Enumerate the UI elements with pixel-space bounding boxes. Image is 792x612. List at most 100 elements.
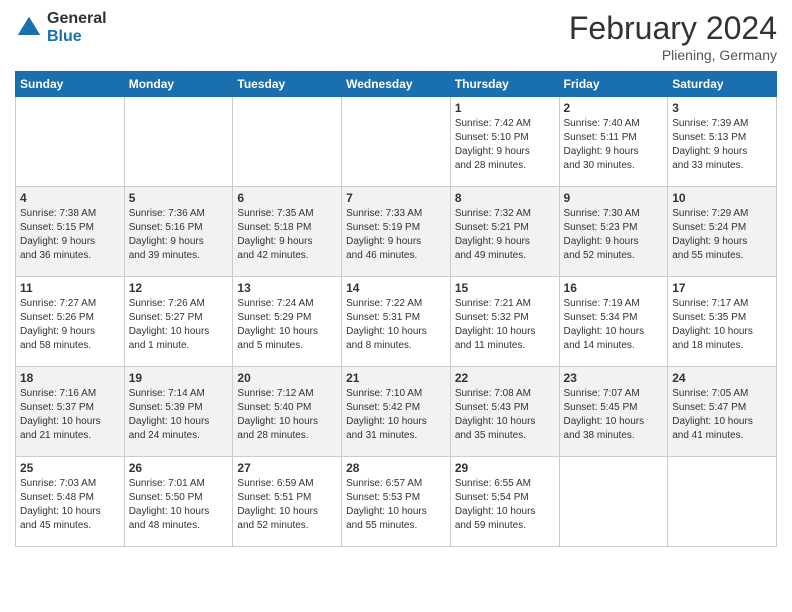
cell-info: Sunrise: 7:35 AM Sunset: 5:18 PM Dayligh… bbox=[237, 207, 337, 263]
calendar-cell: 29 Sunrise: 6:55 AM Sunset: 5:54 PM Dayli… bbox=[450, 457, 559, 547]
calendar-cell: 23 Sunrise: 7:07 AM Sunset: 5:45 PM Dayli… bbox=[559, 367, 668, 457]
cell-info: Sunrise: 7:16 AM Sunset: 5:37 PM Dayligh… bbox=[20, 387, 120, 443]
day-number: 1 bbox=[455, 101, 555, 115]
cell-info: Sunrise: 7:03 AM Sunset: 5:48 PM Dayligh… bbox=[20, 477, 120, 533]
cell-info: Sunrise: 7:17 AM Sunset: 5:35 PM Dayligh… bbox=[672, 297, 772, 353]
calendar-cell: 15 Sunrise: 7:21 AM Sunset: 5:32 PM Dayli… bbox=[450, 277, 559, 367]
day-number: 29 bbox=[455, 461, 555, 475]
day-number: 28 bbox=[346, 461, 446, 475]
cell-info: Sunrise: 7:26 AM Sunset: 5:27 PM Dayligh… bbox=[129, 297, 229, 353]
day-number: 13 bbox=[237, 281, 337, 295]
cell-info: Sunrise: 6:59 AM Sunset: 5:51 PM Dayligh… bbox=[237, 477, 337, 533]
calendar-cell: 12 Sunrise: 7:26 AM Sunset: 5:27 PM Dayli… bbox=[124, 277, 233, 367]
cell-info: Sunrise: 7:36 AM Sunset: 5:16 PM Dayligh… bbox=[129, 207, 229, 263]
calendar-cell: 28Sunrise: 6:57 AM Sunset: 5:53 PM Dayli… bbox=[342, 457, 451, 547]
calendar-cell: 10 Sunrise: 7:29 AM Sunset: 5:24 PM Dayli… bbox=[668, 187, 777, 277]
weekday-header-wednesday: Wednesday bbox=[342, 72, 451, 97]
cell-info: Sunrise: 7:19 AM Sunset: 5:34 PM Dayligh… bbox=[564, 297, 664, 353]
cell-info: Sunrise: 7:30 AM Sunset: 5:23 PM Dayligh… bbox=[564, 207, 664, 263]
day-number: 4 bbox=[20, 191, 120, 205]
day-number: 2 bbox=[564, 101, 664, 115]
cell-info: Sunrise: 7:05 AM Sunset: 5:47 PM Dayligh… bbox=[672, 387, 772, 443]
cell-info: Sunrise: 7:21 AM Sunset: 5:32 PM Dayligh… bbox=[455, 297, 555, 353]
day-number: 21 bbox=[346, 371, 446, 385]
calendar-cell: 1Sunrise: 7:42 AM Sunset: 5:10 PM Daylig… bbox=[450, 97, 559, 187]
weekday-header-friday: Friday bbox=[559, 72, 668, 97]
calendar-week-row: 11 Sunrise: 7:27 AM Sunset: 5:26 PM Dayli… bbox=[16, 277, 777, 367]
calendar-cell: 13 Sunrise: 7:24 AM Sunset: 5:29 PM Dayli… bbox=[233, 277, 342, 367]
calendar-cell: 22 Sunrise: 7:08 AM Sunset: 5:43 PM Dayli… bbox=[450, 367, 559, 457]
calendar-cell: 8 Sunrise: 7:32 AM Sunset: 5:21 PM Daylig… bbox=[450, 187, 559, 277]
logo-text: General Blue bbox=[47, 10, 107, 45]
weekday-header-row: SundayMondayTuesdayWednesdayThursdayFrid… bbox=[16, 72, 777, 97]
logo-icon bbox=[15, 14, 43, 42]
calendar-cell bbox=[124, 97, 233, 187]
calendar-week-row: 1Sunrise: 7:42 AM Sunset: 5:10 PM Daylig… bbox=[16, 97, 777, 187]
calendar-cell bbox=[668, 457, 777, 547]
weekday-header-sunday: Sunday bbox=[16, 72, 125, 97]
weekday-header-tuesday: Tuesday bbox=[233, 72, 342, 97]
calendar-cell: 19Sunrise: 7:14 AM Sunset: 5:39 PM Dayli… bbox=[124, 367, 233, 457]
calendar-cell: 3Sunrise: 7:39 AM Sunset: 5:13 PM Daylig… bbox=[668, 97, 777, 187]
cell-info: Sunrise: 7:38 AM Sunset: 5:15 PM Dayligh… bbox=[20, 207, 120, 263]
calendar-cell: 7Sunrise: 7:33 AM Sunset: 5:19 PM Daylig… bbox=[342, 187, 451, 277]
calendar-cell bbox=[342, 97, 451, 187]
day-number: 14 bbox=[346, 281, 446, 295]
cell-info: Sunrise: 7:14 AM Sunset: 5:39 PM Dayligh… bbox=[129, 387, 229, 443]
calendar-cell: 26Sunrise: 7:01 AM Sunset: 5:50 PM Dayli… bbox=[124, 457, 233, 547]
logo-blue-text: Blue bbox=[47, 28, 107, 46]
day-number: 11 bbox=[20, 281, 120, 295]
cell-info: Sunrise: 7:24 AM Sunset: 5:29 PM Dayligh… bbox=[237, 297, 337, 353]
cell-info: Sunrise: 7:39 AM Sunset: 5:13 PM Dayligh… bbox=[672, 117, 772, 173]
cell-info: Sunrise: 7:01 AM Sunset: 5:50 PM Dayligh… bbox=[129, 477, 229, 533]
calendar-cell: 25 Sunrise: 7:03 AM Sunset: 5:48 PM Dayli… bbox=[16, 457, 125, 547]
calendar-week-row: 25 Sunrise: 7:03 AM Sunset: 5:48 PM Dayli… bbox=[16, 457, 777, 547]
calendar-cell: 17 Sunrise: 7:17 AM Sunset: 5:35 PM Dayli… bbox=[668, 277, 777, 367]
day-number: 10 bbox=[672, 191, 772, 205]
location-label: Pliening, Germany bbox=[569, 47, 777, 63]
calendar-cell: 5Sunrise: 7:36 AM Sunset: 5:16 PM Daylig… bbox=[124, 187, 233, 277]
calendar-cell: 11 Sunrise: 7:27 AM Sunset: 5:26 PM Dayli… bbox=[16, 277, 125, 367]
day-number: 22 bbox=[455, 371, 555, 385]
calendar-table: SundayMondayTuesdayWednesdayThursdayFrid… bbox=[15, 71, 777, 547]
cell-info: Sunrise: 7:22 AM Sunset: 5:31 PM Dayligh… bbox=[346, 297, 446, 353]
day-number: 9 bbox=[564, 191, 664, 205]
cell-info: Sunrise: 7:07 AM Sunset: 5:45 PM Dayligh… bbox=[564, 387, 664, 443]
calendar-cell bbox=[559, 457, 668, 547]
calendar-week-row: 4 Sunrise: 7:38 AM Sunset: 5:15 PM Daylig… bbox=[16, 187, 777, 277]
logo-general-text: General bbox=[47, 10, 107, 28]
page-header: General Blue February 2024 Pliening, Ger… bbox=[15, 10, 777, 63]
cell-info: Sunrise: 7:40 AM Sunset: 5:11 PM Dayligh… bbox=[564, 117, 664, 173]
month-title: February 2024 bbox=[569, 10, 777, 47]
cell-info: Sunrise: 7:08 AM Sunset: 5:43 PM Dayligh… bbox=[455, 387, 555, 443]
cell-info: Sunrise: 7:10 AM Sunset: 5:42 PM Dayligh… bbox=[346, 387, 446, 443]
calendar-cell: 18 Sunrise: 7:16 AM Sunset: 5:37 PM Dayli… bbox=[16, 367, 125, 457]
calendar-cell: 16 Sunrise: 7:19 AM Sunset: 5:34 PM Dayli… bbox=[559, 277, 668, 367]
cell-info: Sunrise: 6:55 AM Sunset: 5:54 PM Dayligh… bbox=[455, 477, 555, 533]
weekday-header-thursday: Thursday bbox=[450, 72, 559, 97]
day-number: 8 bbox=[455, 191, 555, 205]
calendar-cell bbox=[16, 97, 125, 187]
calendar-body: 1Sunrise: 7:42 AM Sunset: 5:10 PM Daylig… bbox=[16, 97, 777, 547]
calendar-week-row: 18 Sunrise: 7:16 AM Sunset: 5:37 PM Dayli… bbox=[16, 367, 777, 457]
cell-info: Sunrise: 7:32 AM Sunset: 5:21 PM Dayligh… bbox=[455, 207, 555, 263]
calendar-cell: 9 Sunrise: 7:30 AM Sunset: 5:23 PM Daylig… bbox=[559, 187, 668, 277]
calendar-cell: 4 Sunrise: 7:38 AM Sunset: 5:15 PM Daylig… bbox=[16, 187, 125, 277]
calendar-cell: 6 Sunrise: 7:35 AM Sunset: 5:18 PM Daylig… bbox=[233, 187, 342, 277]
cell-info: Sunrise: 7:12 AM Sunset: 5:40 PM Dayligh… bbox=[237, 387, 337, 443]
cell-info: Sunrise: 7:27 AM Sunset: 5:26 PM Dayligh… bbox=[20, 297, 120, 353]
day-number: 25 bbox=[20, 461, 120, 475]
day-number: 16 bbox=[564, 281, 664, 295]
day-number: 18 bbox=[20, 371, 120, 385]
title-block: February 2024 Pliening, Germany bbox=[569, 10, 777, 63]
day-number: 27 bbox=[237, 461, 337, 475]
cell-info: Sunrise: 7:29 AM Sunset: 5:24 PM Dayligh… bbox=[672, 207, 772, 263]
day-number: 23 bbox=[564, 371, 664, 385]
day-number: 6 bbox=[237, 191, 337, 205]
logo: General Blue bbox=[15, 10, 107, 45]
day-number: 17 bbox=[672, 281, 772, 295]
calendar-cell: 27 Sunrise: 6:59 AM Sunset: 5:51 PM Dayli… bbox=[233, 457, 342, 547]
day-number: 12 bbox=[129, 281, 229, 295]
day-number: 15 bbox=[455, 281, 555, 295]
day-number: 24 bbox=[672, 371, 772, 385]
